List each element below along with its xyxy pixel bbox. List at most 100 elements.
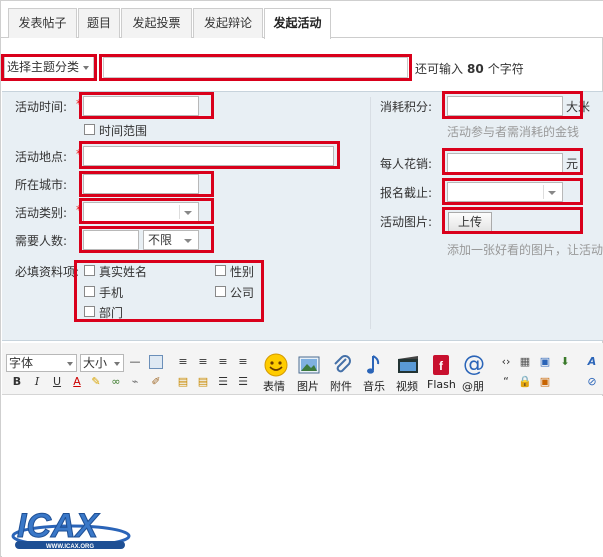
music-label: 音乐 <box>363 380 385 393</box>
attachment-label: 附件 <box>330 380 352 393</box>
logo-subtext: WWW.ICAX.ORG <box>46 544 94 550</box>
time-range-label: 时间范围 <box>99 124 148 138</box>
credit-hint: 活动参与者需消耗的金钱 <box>447 125 580 139</box>
align-right-icon[interactable]: ≡ <box>216 355 230 369</box>
required-star: * <box>76 203 82 217</box>
compass-icon[interactable]: ⊘ <box>585 375 599 389</box>
select-separator <box>179 205 180 219</box>
time-range-checkbox[interactable] <box>84 124 95 135</box>
unlink-icon[interactable]: ⌁ <box>128 375 142 389</box>
chevron-down-icon <box>184 211 192 215</box>
font-family-label: 字体 <box>9 356 34 370</box>
tab-post-thread[interactable]: 发表帖子 <box>8 8 77 38</box>
post-editor-window: 发表帖子 题目 发起投票 发起辩论 发起活动 选择主题分类 还可输入 80 个字符 … <box>0 0 603 557</box>
upload-button[interactable]: 上传 <box>448 212 492 232</box>
page-icon[interactable]: ▦ <box>518 355 532 369</box>
unordered-list-icon[interactable]: ☰ <box>236 375 250 389</box>
checkbox-department[interactable] <box>84 306 95 317</box>
justify-icon[interactable]: ≡ <box>236 355 250 369</box>
clear-format-icon[interactable]: ✐ <box>149 375 163 389</box>
font-style-icon[interactable]: A <box>585 355 599 369</box>
float-left-icon[interactable]: ▤ <box>176 375 190 389</box>
highlight-color-icon[interactable]: ✎ <box>89 375 103 389</box>
align-left-icon[interactable]: ≡ <box>176 355 190 369</box>
chevron-down-icon <box>83 66 89 70</box>
tab-start-debate[interactable]: 发起辩论 <box>193 8 263 38</box>
tab-title[interactable]: 题目 <box>78 8 120 38</box>
checkbox-company[interactable] <box>215 286 226 297</box>
free-icon[interactable]: ▣ <box>538 355 552 369</box>
quote-icon[interactable]: “ <box>499 375 513 389</box>
video-icon[interactable] <box>395 353 421 379</box>
hide-icon[interactable]: ▣ <box>538 375 552 389</box>
chevron-down-icon <box>67 362 73 366</box>
cost-input[interactable] <box>447 153 563 173</box>
font-family-select[interactable]: 字体 <box>6 354 77 372</box>
image-hint: 添加一张好看的图片，让活动 <box>447 243 603 257</box>
bold-icon[interactable]: B <box>10 375 24 389</box>
table-icon[interactable] <box>149 355 163 369</box>
post-type-tabs: 发表帖子 题目 发起投票 发起辩论 发起活动 <box>1 1 603 39</box>
align-center-icon[interactable]: ≡ <box>196 355 210 369</box>
logo-text: ICAX <box>17 507 101 545</box>
city-input[interactable] <box>83 174 199 194</box>
cost-label: 每人花销: <box>380 157 433 171</box>
people-count-input[interactable] <box>83 230 139 250</box>
tab-start-poll[interactable]: 发起投票 <box>121 8 192 38</box>
deadline-select[interactable] <box>447 182 563 202</box>
activity-type-select[interactable] <box>83 202 199 222</box>
people-limit-value: 不限 <box>148 233 173 247</box>
select-separator <box>543 185 544 199</box>
checkbox-gender[interactable] <box>215 265 226 276</box>
credit-unit: 大米 <box>566 100 591 114</box>
music-note-icon[interactable] <box>362 353 388 379</box>
tab-start-activity[interactable]: 发起活动 <box>264 8 331 39</box>
remaining-prefix: 还可输入 <box>415 62 464 76</box>
font-size-label: 大小 <box>83 356 108 370</box>
activity-time-input[interactable] <box>83 96 199 116</box>
chevron-down-icon <box>114 362 120 366</box>
image-icon[interactable] <box>296 353 322 379</box>
flash-icon[interactable]: f <box>428 353 454 379</box>
ordered-list-icon[interactable]: ☰ <box>216 375 230 389</box>
font-color-icon[interactable]: A <box>70 375 84 389</box>
link-icon[interactable]: ∞ <box>109 375 123 389</box>
icax-logo: ICAX WWW.ICAX.ORG <box>9 501 134 556</box>
people-label: 需要人数: <box>15 234 68 248</box>
activity-place-input[interactable] <box>83 146 334 166</box>
font-size-select[interactable]: 大小 <box>80 354 124 372</box>
flash-label: Flash <box>427 378 456 391</box>
category-select[interactable]: 选择主题分类 <box>4 56 94 79</box>
city-label: 所在城市: <box>15 178 68 192</box>
chevron-down-icon <box>184 239 192 243</box>
underline-icon[interactable]: U <box>50 375 64 389</box>
department-label: 部门 <box>99 306 124 320</box>
people-limit-select[interactable]: 不限 <box>143 230 199 250</box>
horizontal-rule-icon[interactable]: — <box>128 355 142 369</box>
emoticon-icon[interactable] <box>263 353 289 379</box>
float-right-icon[interactable]: ▤ <box>196 375 210 389</box>
remaining-chars: 还可输入 80 个字符 <box>415 60 524 77</box>
image-label: 活动图片: <box>380 215 433 229</box>
italic-icon[interactable]: I <box>30 375 44 389</box>
phone-label: 手机 <box>99 286 124 300</box>
paperclip-icon[interactable] <box>329 353 355 379</box>
code-icon[interactable]: ‹› <box>499 355 513 369</box>
type-label: 活动类别: <box>15 206 68 220</box>
required-fields-label: 必填资料项: <box>15 265 80 279</box>
mention-label: @朋 <box>462 380 484 393</box>
download-icon[interactable]: ⬇ <box>558 355 572 369</box>
checkbox-real-name[interactable] <box>84 265 95 276</box>
credit-input[interactable] <box>447 96 563 116</box>
remaining-suffix: 个字符 <box>487 62 524 76</box>
checkbox-phone[interactable] <box>84 286 95 297</box>
video-label: 视频 <box>396 380 418 393</box>
at-icon[interactable]: @ <box>461 353 487 379</box>
chevron-down-icon <box>548 191 556 195</box>
subject-input[interactable] <box>103 57 408 78</box>
real-name-label: 真实姓名 <box>99 265 148 279</box>
required-star: * <box>76 97 82 111</box>
image-tool-label: 图片 <box>297 380 319 393</box>
lock-icon[interactable]: 🔒 <box>518 375 532 389</box>
company-label: 公司 <box>230 286 255 300</box>
